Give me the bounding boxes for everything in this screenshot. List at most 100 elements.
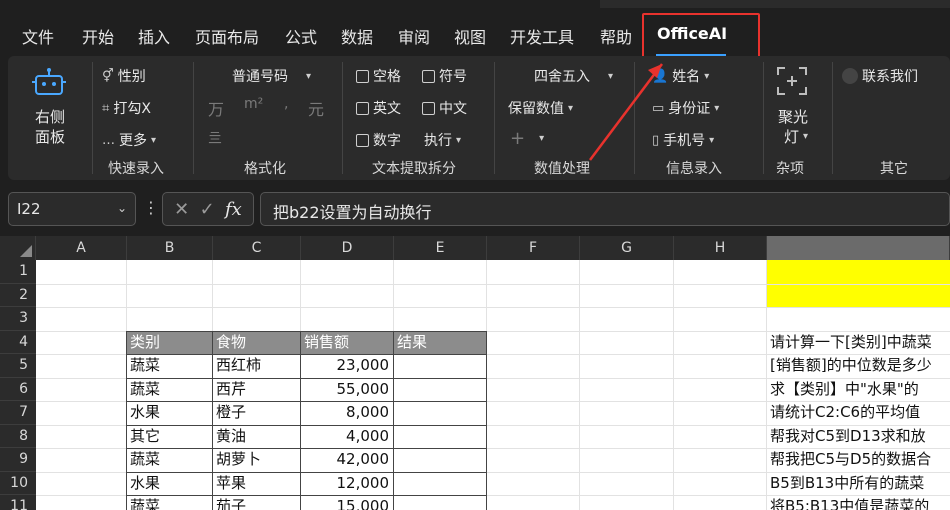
table-cell[interactable]: 蔬菜 — [126, 495, 212, 510]
plus-button[interactable]: + ▾ — [510, 128, 544, 149]
row-header-7[interactable]: 7 — [0, 401, 36, 425]
table-cell[interactable]: 胡萝卜 — [212, 448, 300, 472]
row-header-5[interactable]: 5 — [0, 354, 36, 378]
contact-us-button[interactable]: 联系我们 — [842, 66, 918, 86]
prompt-cell[interactable]: 帮我对C5到D13求和放 — [770, 425, 926, 449]
table-cell[interactable]: 蔬菜 — [126, 448, 212, 472]
spotlight-icon[interactable] — [776, 66, 808, 96]
gender-button[interactable]: ⚥ 性别 — [102, 66, 146, 86]
spotlight-label-1[interactable]: 聚光 — [778, 106, 808, 127]
row-header-3[interactable]: 3 — [0, 307, 36, 331]
cancel-icon[interactable]: ✕ — [174, 199, 189, 220]
row-header-1[interactable]: 1 — [0, 260, 36, 284]
prompt-cell[interactable]: B5到B13中所有的蔬菜 — [770, 472, 924, 496]
more-button[interactable]: … 更多 ▾ — [102, 130, 156, 150]
table-cell[interactable]: 橙子 — [212, 401, 300, 425]
table-cell[interactable]: 8,000 — [300, 401, 393, 425]
formula-input[interactable]: 把b22设置为自动换行 — [260, 192, 950, 226]
table-cell[interactable]: 42,000 — [300, 448, 393, 472]
tab-insert[interactable]: 插入 — [138, 24, 170, 48]
symbol-checkbox[interactable]: 符号 — [422, 66, 467, 86]
table-header-cell[interactable]: 销售额 — [300, 330, 393, 354]
hundred-million-button[interactable]: 亖 — [208, 128, 222, 148]
table-cell[interactable]: 水果 — [126, 401, 212, 425]
table-header-cell[interactable]: 类别 — [126, 330, 212, 354]
phone-button[interactable]: ▯ 手机号 ▾ — [652, 130, 714, 150]
name-entry-button[interactable]: 👤 姓名 ▾ — [652, 66, 709, 86]
column-header-g[interactable]: G — [580, 236, 674, 260]
tab-view[interactable]: 视图 — [454, 24, 486, 48]
table-cell[interactable]: 23,000 — [300, 354, 393, 378]
english-checkbox[interactable]: 英文 — [356, 98, 401, 118]
table-cell[interactable]: 15,000 — [300, 495, 393, 510]
row-header-9[interactable]: 9 — [0, 448, 36, 472]
tab-formulas[interactable]: 公式 — [285, 24, 317, 48]
table-cell[interactable]: 蔬菜 — [126, 354, 212, 378]
prompt-cell[interactable]: 请计算一下[类别]中蔬菜 — [770, 331, 932, 355]
row-header-6[interactable]: 6 — [0, 377, 36, 401]
tab-page-layout[interactable]: 页面布局 — [195, 24, 259, 48]
wan-unit-button[interactable]: 万 — [208, 96, 224, 120]
column-header-f[interactable]: F — [487, 236, 580, 260]
tab-file[interactable]: 文件 — [22, 24, 54, 48]
row-header-11[interactable]: 11 — [0, 495, 36, 510]
name-box[interactable]: I22 ⌄ — [8, 192, 136, 226]
space-checkbox[interactable]: 空格 — [356, 66, 401, 86]
row-header-2[interactable]: 2 — [0, 283, 36, 307]
prompt-cell[interactable]: 求【类别】中"水果"的 — [770, 378, 919, 402]
table-cell[interactable]: 其它 — [126, 425, 212, 449]
column-header-h[interactable]: H — [674, 236, 767, 260]
tab-review[interactable]: 审阅 — [398, 24, 430, 48]
number-format-dropdown[interactable]: 普通号码 ▾ — [232, 66, 311, 86]
tab-home[interactable]: 开始 — [82, 24, 114, 48]
table-cell[interactable]: 55,000 — [300, 378, 393, 402]
table-cell[interactable]: 4,000 — [300, 425, 393, 449]
id-card-button[interactable]: ▭ 身份证 ▾ — [652, 98, 719, 118]
check-x-button[interactable]: ⌗ 打勾X — [102, 98, 151, 118]
table-cell[interactable]: 苹果 — [212, 472, 300, 496]
table-cell[interactable]: 西芹 — [212, 378, 300, 402]
column-header-a[interactable]: A — [36, 236, 127, 260]
right-panel-label-2[interactable]: 面板 — [35, 126, 65, 147]
confirm-icon[interactable]: ✓ — [200, 199, 215, 220]
robot-icon[interactable] — [32, 68, 66, 98]
prompt-cell[interactable]: [销售额]的中位数是多少 — [770, 354, 932, 378]
row-header-10[interactable]: 10 — [0, 471, 36, 495]
column-header-e[interactable]: E — [394, 236, 487, 260]
right-panel-label-1[interactable]: 右侧 — [35, 106, 65, 127]
chinese-checkbox[interactable]: 中文 — [422, 98, 467, 118]
yuan-unit-button[interactable]: 元 — [308, 96, 324, 120]
table-cell[interactable]: 黄油 — [212, 425, 300, 449]
table-header-cell[interactable]: 结果 — [393, 330, 486, 354]
table-cell[interactable]: 水果 — [126, 472, 212, 496]
tab-help[interactable]: 帮助 — [600, 24, 632, 48]
table-cell[interactable]: 茄子 — [212, 495, 300, 510]
kebab-menu-icon[interactable]: ⋮ — [143, 198, 159, 217]
comma-button[interactable]: , — [284, 96, 288, 112]
select-all-corner[interactable] — [0, 236, 36, 260]
column-header-d[interactable]: D — [301, 236, 394, 260]
prompt-cell[interactable]: 请统计C2:C6的平均值 — [770, 401, 920, 425]
row-header-8[interactable]: 8 — [0, 424, 36, 448]
insert-function-button[interactable]: fx — [225, 199, 242, 220]
rounding-dropdown[interactable]: 四舍五入 ▾ — [534, 66, 613, 86]
column-header-c[interactable]: C — [213, 236, 301, 260]
table-cell[interactable]: 西红柿 — [212, 354, 300, 378]
table-cell[interactable]: 12,000 — [300, 472, 393, 496]
row-header-4[interactable]: 4 — [0, 330, 36, 354]
cell-area[interactable]: 类别 食物 销售额 结果 蔬菜 西红柿 23,000 蔬菜 西芹 55,000 … — [36, 260, 950, 510]
digit-checkbox[interactable]: 数字 — [356, 130, 401, 150]
execute-button[interactable]: 执行 ▾ — [424, 130, 461, 150]
chevron-down-icon[interactable]: ⌄ — [117, 201, 127, 215]
tab-developer[interactable]: 开发工具 — [510, 24, 574, 48]
sqm-unit-button[interactable]: m² — [244, 96, 263, 112]
table-cell[interactable]: 蔬菜 — [126, 378, 212, 402]
spotlight-label-2[interactable]: 灯 ▾ — [784, 126, 808, 147]
keep-value-dropdown[interactable]: 保留数值 ▾ — [508, 98, 573, 118]
column-header-i[interactable] — [767, 236, 950, 260]
prompt-cell[interactable]: 帮我把C5与D5的数据合 — [770, 448, 931, 472]
tab-data[interactable]: 数据 — [341, 24, 373, 48]
prompt-cell[interactable]: 将B5:B13中值是蔬菜的 — [770, 495, 929, 510]
table-header-cell[interactable]: 食物 — [212, 330, 300, 354]
column-header-b[interactable]: B — [127, 236, 213, 260]
